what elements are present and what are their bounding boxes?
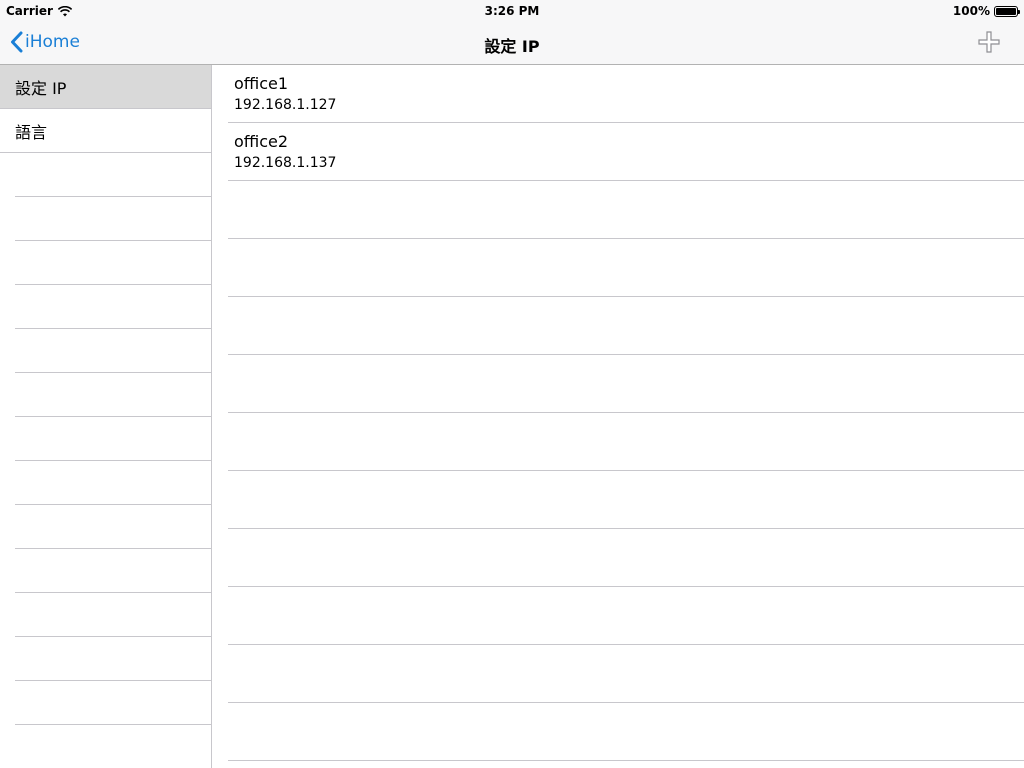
sidebar-item-label: 語言 xyxy=(15,122,48,142)
empty-row xyxy=(15,197,211,241)
empty-row xyxy=(15,593,211,637)
battery-fill xyxy=(996,7,1016,15)
ip-name: office1 xyxy=(234,73,289,93)
empty-row xyxy=(228,355,1024,413)
empty-row xyxy=(15,681,211,725)
empty-row xyxy=(228,703,1024,761)
navigation-bar: iHome 設定 IP xyxy=(0,22,1024,65)
empty-row xyxy=(15,153,211,197)
ip-list: office1 192.168.1.127 office2 192.168.1.… xyxy=(213,65,1024,768)
empty-row xyxy=(15,417,211,461)
empty-row xyxy=(228,587,1024,645)
empty-row xyxy=(228,297,1024,355)
empty-row xyxy=(228,413,1024,471)
add-button[interactable] xyxy=(978,31,1000,53)
empty-row xyxy=(15,461,211,505)
empty-row xyxy=(228,471,1024,529)
empty-row xyxy=(15,725,211,768)
sidebar-item-set-ip[interactable]: 設定 IP xyxy=(0,65,211,109)
sidebar-item-language[interactable]: 語言 xyxy=(0,109,211,153)
status-bar: Carrier 3:26 PM 100% xyxy=(0,0,1024,22)
empty-row xyxy=(228,645,1024,703)
empty-row xyxy=(15,241,211,285)
sidebar-item-label: 設定 IP xyxy=(15,78,67,98)
empty-row xyxy=(15,329,211,373)
sidebar: 設定 IP 語言 xyxy=(0,65,212,768)
page-title: 設定 IP xyxy=(484,37,540,56)
empty-row xyxy=(15,285,211,329)
empty-row xyxy=(228,239,1024,297)
empty-row xyxy=(228,529,1024,587)
ip-list-item[interactable]: office2 192.168.1.137 xyxy=(228,123,1024,181)
ip-name: office2 xyxy=(234,131,289,151)
plus-icon xyxy=(978,31,1000,53)
battery-percent: 100% xyxy=(952,4,990,18)
empty-row xyxy=(15,505,211,549)
status-right: 100% xyxy=(952,4,1020,18)
battery-icon xyxy=(994,5,1020,17)
ip-address: 192.168.1.137 xyxy=(234,154,337,171)
empty-row xyxy=(15,549,211,593)
ip-list-item[interactable]: office1 192.168.1.127 xyxy=(228,65,1024,123)
empty-row xyxy=(15,373,211,417)
status-time: 3:26 PM xyxy=(484,4,540,18)
ip-address: 192.168.1.127 xyxy=(234,96,337,113)
empty-row xyxy=(15,637,211,681)
empty-row xyxy=(228,181,1024,239)
